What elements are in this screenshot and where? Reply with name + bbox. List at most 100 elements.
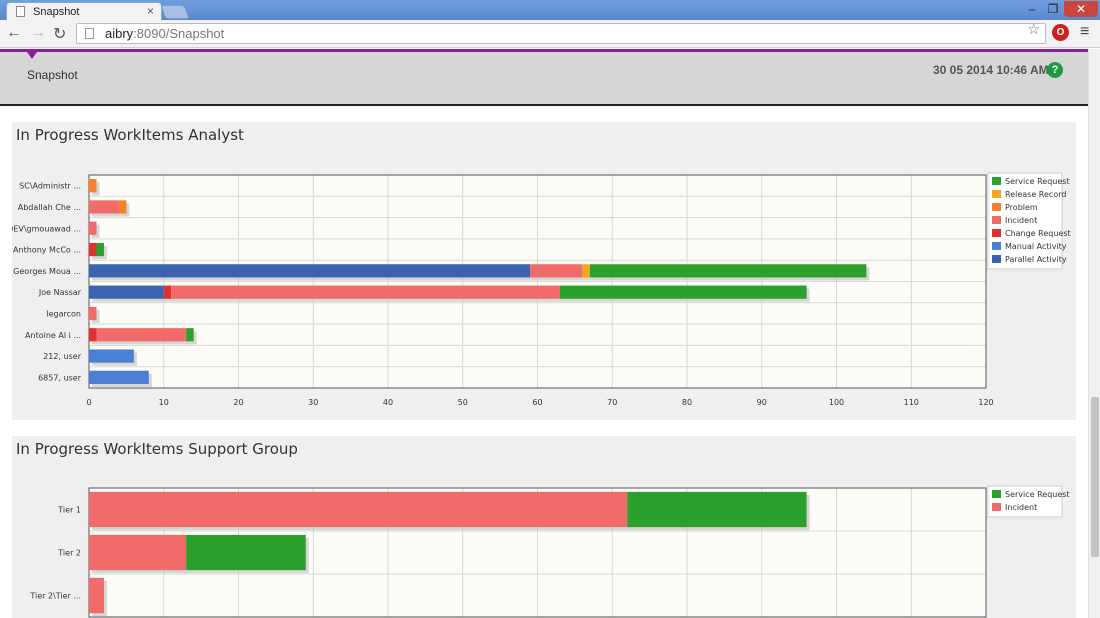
url-host: aibry [105, 26, 134, 41]
browser-menu-icon[interactable]: ≡ [1080, 23, 1089, 41]
legend-label: Service Request [1005, 490, 1070, 499]
bar-segment [89, 306, 97, 321]
x-tick-label: 60 [532, 398, 542, 407]
help-icon[interactable]: ? [1047, 62, 1063, 78]
legend-swatch [992, 203, 1001, 211]
bar-segment [89, 328, 97, 342]
legend-swatch [992, 490, 1001, 498]
legend-label: Incident [1005, 503, 1037, 512]
legend-label: Release Record [1005, 190, 1066, 199]
category-label: Joe Nassar [38, 288, 82, 297]
legend-swatch [992, 242, 1001, 250]
bar-segment [89, 221, 97, 235]
category-label: SC\Administr ... [19, 182, 81, 191]
bar-segment [582, 264, 590, 278]
page-icon [85, 28, 94, 39]
bar-segment [530, 264, 583, 278]
analyst-chart: SC\Administr ... Abdallah Che ... DEV\gmou… [12, 172, 1071, 407]
x-tick-label: 20 [233, 398, 243, 407]
x-tick-label: 90 [757, 398, 767, 407]
legend-label: Problem [1005, 203, 1038, 212]
bar-segment [89, 179, 97, 193]
page-scrollbar[interactable] [1088, 49, 1100, 618]
tab-title: Snapshot [33, 6, 80, 18]
url-path: :8090/Snapshot [133, 26, 225, 41]
window-titlebar: Snapshot × – ❐ ✕ [0, 0, 1100, 21]
category-label: 6857, user [38, 373, 82, 382]
category-label: DEV\gmouawad ... [12, 224, 81, 233]
category-label: 212, user [43, 352, 82, 361]
analyst-panel: In Progress WorkItems Analyst SC\Adminis… [12, 122, 1076, 420]
x-tick-label: 10 [159, 398, 169, 407]
x-tick-label: 70 [607, 398, 617, 407]
bar-segment [96, 242, 104, 257]
category-label: Abdallah Che ... [18, 203, 81, 212]
bar-segment [186, 534, 306, 571]
maximize-button[interactable]: ❐ [1043, 1, 1063, 17]
category-label: Georges Moua ... [13, 267, 81, 276]
close-window-button[interactable]: ✕ [1064, 1, 1098, 17]
bar-segment [89, 200, 119, 214]
x-tick-label: 100 [829, 398, 844, 407]
legend-swatch [992, 503, 1001, 511]
bar-segment [89, 349, 134, 363]
new-tab-button[interactable] [160, 5, 190, 19]
bar-segment [118, 200, 127, 214]
category-label: Tier 2 [57, 549, 81, 558]
category-label: Tier 2\Tier ... [29, 592, 81, 601]
x-tick-label: 110 [904, 398, 919, 407]
x-tick-label: 80 [682, 398, 692, 407]
x-tick-label: 120 [978, 398, 993, 407]
legend-label: Incident [1005, 216, 1037, 225]
reload-icon[interactable]: ↻ [53, 24, 66, 44]
legend-swatch [992, 216, 1001, 224]
address-bar[interactable]: aibry:8090/Snapshot [76, 23, 1046, 44]
bar-segment [89, 264, 531, 278]
legend-swatch [992, 229, 1001, 237]
bar-segment [89, 370, 149, 384]
tab-close-icon[interactable]: × [147, 4, 154, 18]
snapshot-datetime: 30 05 2014 10:46 AM [933, 63, 1049, 77]
category-label: Anthony McCo ... [13, 246, 81, 255]
bar-segment [89, 285, 164, 299]
bar-segment [89, 242, 97, 257]
legend-label: Service Request [1005, 177, 1070, 186]
category-label: Antoine Al i ... [25, 331, 81, 340]
x-tick-label: 40 [383, 398, 393, 407]
accent-bar [0, 49, 1088, 52]
bar-segment [96, 328, 187, 342]
page-header [0, 49, 1088, 106]
bar-segment [89, 491, 628, 528]
bar-segment [163, 285, 172, 299]
legend-label: Change Request [1005, 229, 1071, 238]
back-arrow-icon[interactable]: ← [6, 24, 22, 42]
bar-segment [186, 328, 194, 342]
extension-icon[interactable]: O [1052, 24, 1069, 41]
bar-segment [89, 577, 104, 614]
x-tick-label: 0 [86, 398, 91, 407]
x-tick-label: 50 [458, 398, 468, 407]
page-icon [16, 6, 25, 17]
bar-segment [627, 491, 807, 528]
minimize-button[interactable]: – [1022, 1, 1042, 17]
legend-label: Manual Activity [1005, 242, 1067, 251]
x-tick-label: 30 [308, 398, 318, 407]
bookmark-star-icon[interactable]: ☆ [1027, 20, 1040, 38]
bar-segment [589, 264, 867, 278]
forward-arrow-icon[interactable]: → [30, 24, 46, 42]
legend-swatch [992, 190, 1001, 198]
bar-segment [559, 285, 807, 299]
legend-swatch [992, 255, 1001, 263]
support-group-panel: In Progress WorkItems Support Group Tier… [12, 436, 1076, 618]
active-indicator [27, 52, 37, 59]
bar-segment [89, 534, 187, 571]
legend-swatch [992, 177, 1001, 185]
legend-label: Parallel Activity [1005, 255, 1067, 264]
category-label: Tier 1 [57, 506, 81, 515]
support-group-chart: Tier 1 Tier 2 Tier 2\Tier ... Service Reque… [29, 485, 1070, 618]
scrollbar-thumb[interactable] [1091, 397, 1099, 557]
browser-toolbar: ← → ↻ aibry:8090/Snapshot ☆ O ≡ [0, 20, 1100, 48]
browser-tab[interactable]: Snapshot × [6, 2, 162, 21]
bar-segment [171, 285, 560, 299]
page-title[interactable]: Snapshot [27, 68, 78, 82]
